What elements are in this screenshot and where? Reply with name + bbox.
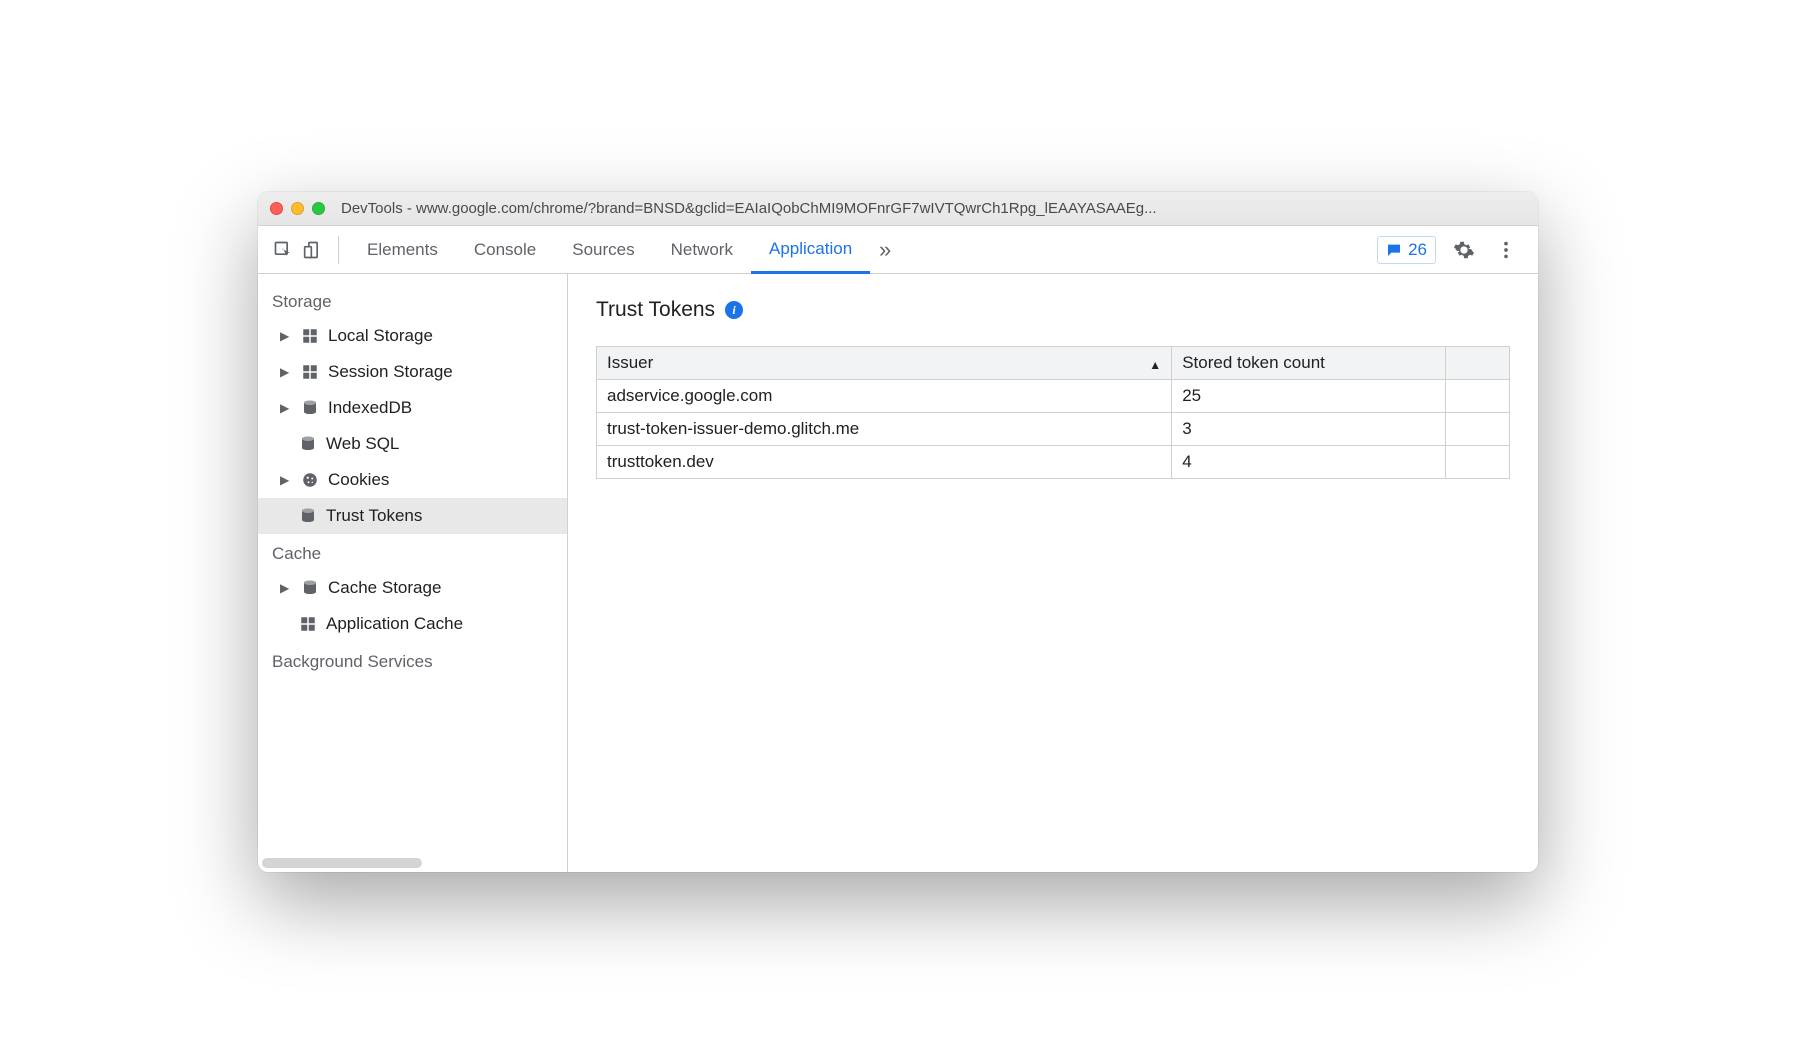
- toolbar-separator: [338, 236, 339, 264]
- devtools-toolbar: Elements Console Sources Network Applica…: [258, 226, 1538, 274]
- panel-title-text: Trust Tokens: [596, 298, 715, 322]
- grid-icon: [300, 326, 320, 346]
- maximize-button[interactable]: [312, 202, 325, 215]
- column-header-issuer[interactable]: Issuer ▲: [597, 347, 1172, 380]
- column-header-extra[interactable]: [1446, 347, 1510, 380]
- expand-arrow-icon[interactable]: ▶: [280, 581, 292, 595]
- sidebar-item-application-cache[interactable]: Application Cache: [258, 606, 567, 642]
- cell-extra: [1446, 380, 1510, 413]
- sidebar-item-label: Local Storage: [328, 326, 433, 346]
- tab-application[interactable]: Application: [751, 226, 870, 274]
- window-title: DevTools - www.google.com/chrome/?brand=…: [341, 200, 1526, 217]
- sidebar-section-title: Cache: [258, 534, 567, 570]
- more-options-icon[interactable]: [1492, 236, 1520, 264]
- sidebar-item-label: Trust Tokens: [326, 506, 422, 526]
- sidebar-item-label: IndexedDB: [328, 398, 412, 418]
- sidebar-item-cookies[interactable]: ▶ Cookies: [258, 462, 567, 498]
- application-sidebar[interactable]: Storage ▶ Local Storage ▶ Session Storage ▶ In…: [258, 274, 568, 872]
- cell-count: 3: [1172, 413, 1446, 446]
- settings-icon[interactable]: [1450, 236, 1478, 264]
- cell-issuer: trusttoken.dev: [597, 446, 1172, 479]
- db-icon: [298, 506, 318, 526]
- db-icon: [300, 398, 320, 418]
- sidebar-item-web-sql[interactable]: Web SQL: [258, 426, 567, 462]
- cell-issuer: trust-token-issuer-demo.glitch.me: [597, 413, 1172, 446]
- messages-badge[interactable]: 26: [1377, 236, 1436, 264]
- sidebar-item-trust-tokens[interactable]: Trust Tokens: [258, 498, 567, 534]
- sidebar-item-label: Web SQL: [326, 434, 399, 454]
- grid-icon: [298, 614, 318, 634]
- sidebar-item-local-storage[interactable]: ▶ Local Storage: [258, 318, 567, 354]
- devtools-window: DevTools - www.google.com/chrome/?brand=…: [258, 192, 1538, 872]
- toolbar-right: 26: [1377, 236, 1528, 264]
- expand-arrow-icon[interactable]: ▶: [280, 329, 292, 343]
- sidebar-item-cache-storage[interactable]: ▶ Cache Storage: [258, 570, 567, 606]
- main-panel: Trust Tokens i Issuer ▲ Stored token cou…: [568, 274, 1538, 872]
- sidebar-item-label: Session Storage: [328, 362, 453, 382]
- message-icon: [1386, 242, 1402, 258]
- cell-count: 4: [1172, 446, 1446, 479]
- sidebar-item-indexeddb[interactable]: ▶ IndexedDB: [258, 390, 567, 426]
- info-icon[interactable]: i: [725, 301, 743, 319]
- cell-count: 25: [1172, 380, 1446, 413]
- column-header-count[interactable]: Stored token count: [1172, 347, 1446, 380]
- cell-issuer: adservice.google.com: [597, 380, 1172, 413]
- sidebar-item-session-storage[interactable]: ▶ Session Storage: [258, 354, 567, 390]
- tab-console[interactable]: Console: [456, 226, 554, 274]
- messages-count: 26: [1408, 240, 1427, 260]
- expand-arrow-icon[interactable]: ▶: [280, 473, 292, 487]
- cell-extra: [1446, 446, 1510, 479]
- db-icon: [300, 578, 320, 598]
- mac-titlebar: DevTools - www.google.com/chrome/?brand=…: [258, 192, 1538, 226]
- expand-arrow-icon[interactable]: ▶: [280, 365, 292, 379]
- tab-network[interactable]: Network: [653, 226, 751, 274]
- cell-extra: [1446, 413, 1510, 446]
- sidebar-section-title: Storage: [258, 282, 567, 318]
- tabs-overflow-icon[interactable]: »: [870, 226, 900, 274]
- tab-elements[interactable]: Elements: [349, 226, 456, 274]
- sort-ascending-icon: ▲: [1149, 358, 1161, 372]
- table-row[interactable]: trusttoken.dev4: [597, 446, 1510, 479]
- traffic-lights: [270, 202, 325, 215]
- sidebar-item-label: Application Cache: [326, 614, 463, 634]
- sidebar-section-title: Background Services: [258, 642, 567, 678]
- table-row[interactable]: trust-token-issuer-demo.glitch.me3: [597, 413, 1510, 446]
- db-icon: [298, 434, 318, 454]
- minimize-button[interactable]: [291, 202, 304, 215]
- devtools-tabs: Elements Console Sources Network Applica…: [349, 226, 1377, 274]
- table-row[interactable]: adservice.google.com25: [597, 380, 1510, 413]
- inspect-element-icon[interactable]: [268, 235, 298, 265]
- close-button[interactable]: [270, 202, 283, 215]
- panel-title: Trust Tokens i: [596, 298, 1510, 322]
- sidebar-item-label: Cache Storage: [328, 578, 441, 598]
- device-toolbar-icon[interactable]: [298, 235, 328, 265]
- trust-tokens-table: Issuer ▲ Stored token count adservice.go…: [596, 346, 1510, 479]
- grid-icon: [300, 362, 320, 382]
- sidebar-item-label: Cookies: [328, 470, 389, 490]
- horizontal-scrollbar[interactable]: [262, 858, 422, 868]
- devtools-body: Storage ▶ Local Storage ▶ Session Storage ▶ In…: [258, 274, 1538, 872]
- expand-arrow-icon[interactable]: ▶: [280, 401, 292, 415]
- tab-sources[interactable]: Sources: [554, 226, 652, 274]
- cookie-icon: [300, 470, 320, 490]
